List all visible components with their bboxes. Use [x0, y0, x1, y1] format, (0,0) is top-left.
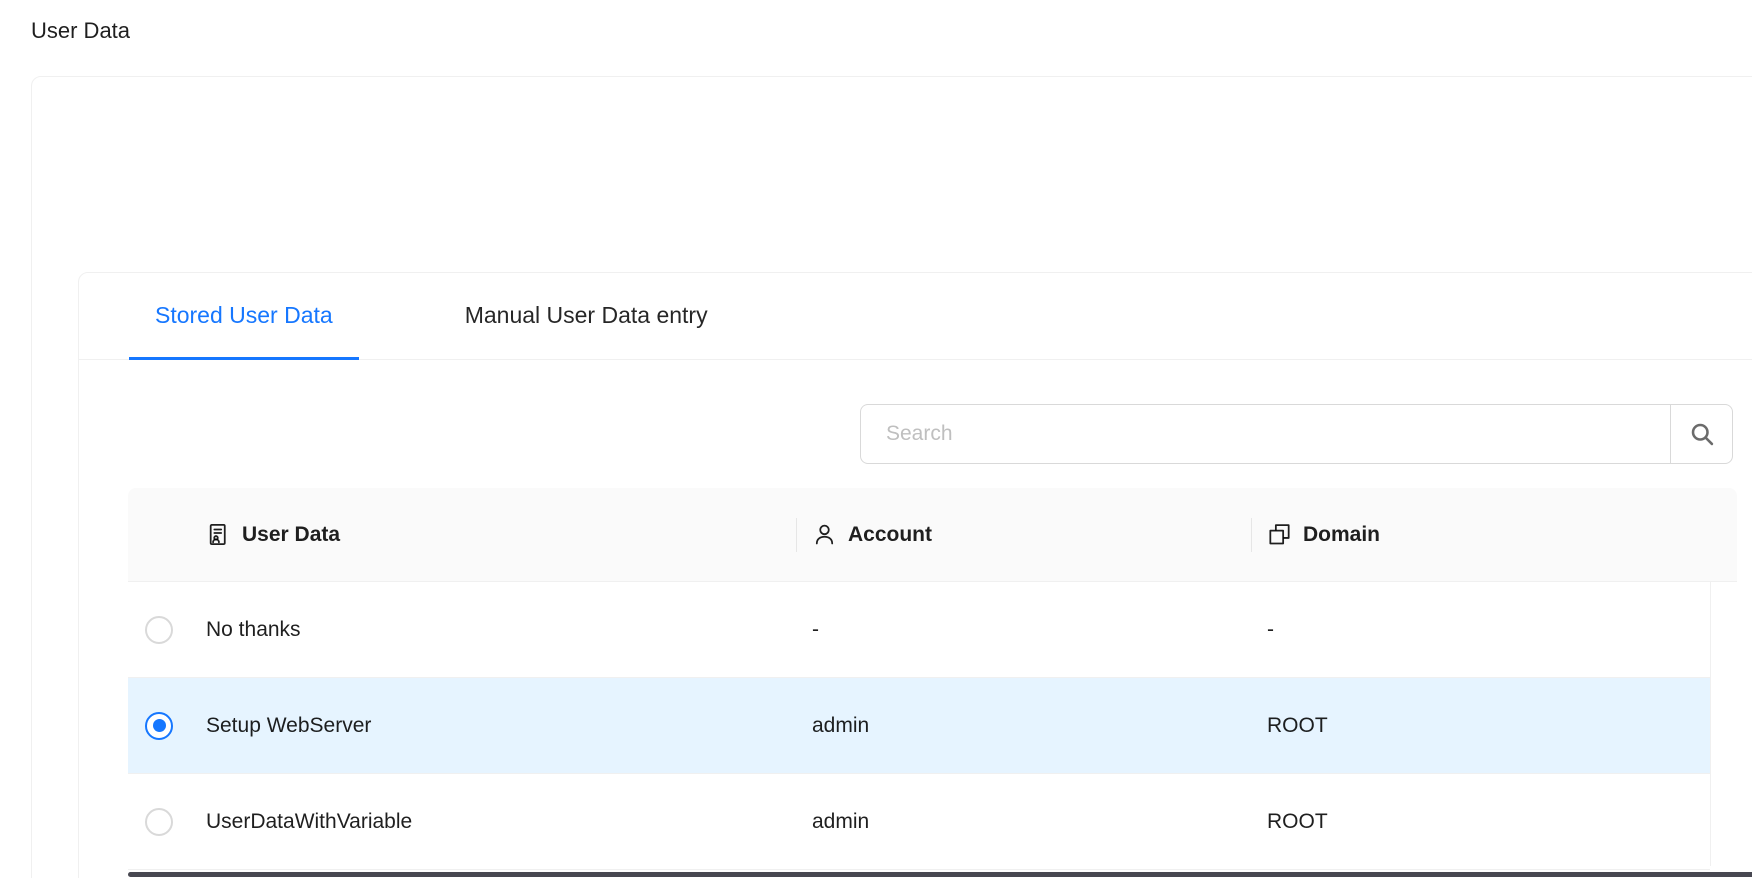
radio-button[interactable]	[145, 712, 173, 740]
header-user-data: User Data	[190, 522, 796, 547]
page-title: User Data	[31, 16, 130, 46]
search-group	[860, 404, 1733, 464]
table-body-scroll-gutter	[1710, 581, 1711, 866]
search-icon	[1688, 420, 1716, 448]
header-account-label: Account	[848, 523, 932, 547]
user-icon	[812, 522, 837, 547]
tab-stored-user-data[interactable]: Stored User Data	[129, 273, 359, 360]
solution-document-icon	[206, 522, 231, 547]
radio-cell[interactable]	[128, 712, 190, 740]
radio-button[interactable]	[145, 616, 173, 644]
cell-domain: ROOT	[1251, 810, 1710, 834]
cell-account: admin	[796, 714, 1251, 738]
radio-cell[interactable]	[128, 616, 190, 644]
horizontal-scrollbar[interactable]	[128, 872, 1752, 877]
table-row-setup-webserver[interactable]: Setup WebServer admin ROOT	[128, 678, 1710, 774]
radio-button[interactable]	[145, 808, 173, 836]
search-input[interactable]	[860, 404, 1670, 464]
cell-account: -	[796, 618, 1251, 642]
radio-cell[interactable]	[128, 808, 190, 836]
header-account: Account	[796, 522, 1251, 547]
tab-manual-user-data-entry[interactable]: Manual User Data entry	[439, 273, 734, 360]
search-button[interactable]	[1670, 404, 1733, 464]
header-user-data-label: User Data	[242, 523, 340, 547]
table-row-userdatawithvariable[interactable]: UserDataWithVariable admin ROOT	[128, 774, 1710, 870]
cell-user-data: No thanks	[190, 618, 796, 642]
header-domain: Domain	[1251, 522, 1737, 547]
user-data-page: User Data Stored User Data Manual User D…	[0, 0, 1752, 878]
table-header-row: User Data Account	[128, 488, 1737, 582]
user-data-table: User Data Account	[128, 488, 1737, 870]
tab-bar: Stored User Data Manual User Data entry	[79, 273, 1752, 360]
cell-user-data: Setup WebServer	[190, 714, 796, 738]
cell-domain: ROOT	[1251, 714, 1710, 738]
tab-manual-user-data-entry-label: Manual User Data entry	[465, 302, 708, 329]
cell-domain: -	[1251, 618, 1710, 642]
cell-account: admin	[796, 810, 1251, 834]
tab-stored-user-data-label: Stored User Data	[155, 302, 333, 329]
table-row-no-thanks[interactable]: No thanks - -	[128, 582, 1710, 678]
header-domain-label: Domain	[1303, 523, 1380, 547]
block-overlapping-squares-icon	[1267, 522, 1292, 547]
table-body: No thanks - - Setup WebServer admin ROOT…	[128, 582, 1737, 870]
cell-user-data: UserDataWithVariable	[190, 810, 796, 834]
